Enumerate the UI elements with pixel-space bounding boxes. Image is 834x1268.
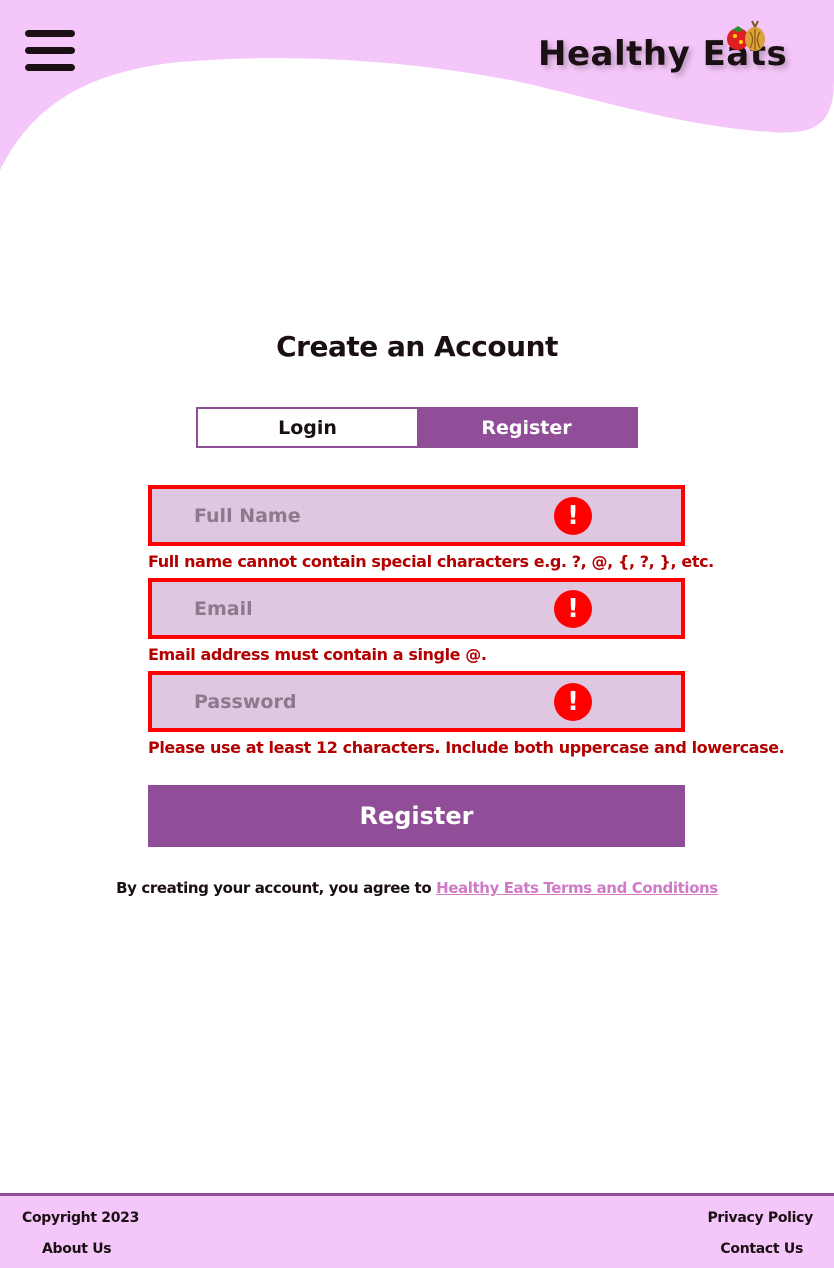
footer: Copyright 2023 About Us Privacy Policy C… <box>0 1193 834 1268</box>
full-name-field: ! <box>148 485 685 546</box>
full-name-input[interactable] <box>152 489 681 542</box>
register-button[interactable]: Register <box>148 785 685 847</box>
email-error: Email address must contain a single @. <box>148 645 487 664</box>
password-field: ! <box>148 671 685 732</box>
error-alert-icon: ! <box>554 590 592 628</box>
terms-link[interactable]: Healthy Eats Terms and Conditions <box>436 879 718 897</box>
tab-login[interactable]: Login <box>198 409 417 446</box>
email-field: ! <box>148 578 685 639</box>
header: Healthy Eats <box>0 0 834 180</box>
password-input[interactable] <box>152 675 681 728</box>
auth-tabs: Login Register <box>196 407 638 448</box>
password-error: Please use at least 12 characters. Inclu… <box>148 738 785 757</box>
error-alert-icon: ! <box>554 683 592 721</box>
footer-privacy-link[interactable]: Privacy Policy <box>707 1210 813 1226</box>
footer-contact-link[interactable]: Contact Us <box>720 1241 803 1257</box>
terms-text: By creating your account, you agree to <box>116 879 432 897</box>
terms-notice: By creating your account, you agree to H… <box>0 879 834 897</box>
full-name-error: Full name cannot contain special charact… <box>148 552 714 571</box>
header-wave-background <box>0 0 834 170</box>
page-title: Create an Account <box>276 330 558 363</box>
vegetables-icon <box>727 20 765 51</box>
footer-copyright: Copyright 2023 <box>22 1210 140 1226</box>
footer-about-link[interactable]: About Us <box>42 1241 112 1257</box>
hamburger-menu-icon[interactable] <box>25 28 75 74</box>
email-input[interactable] <box>152 582 681 635</box>
logo[interactable]: Healthy Eats <box>538 20 788 80</box>
error-alert-icon: ! <box>554 497 592 535</box>
tab-register[interactable]: Register <box>417 409 636 446</box>
